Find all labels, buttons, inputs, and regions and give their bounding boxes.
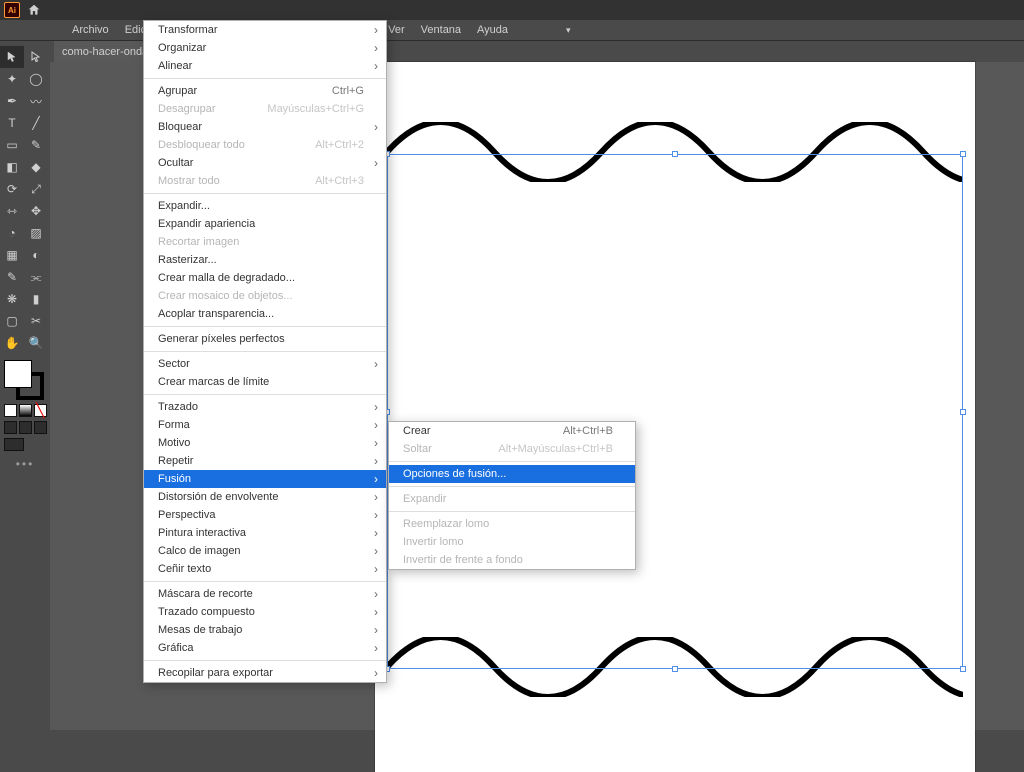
draw-normal-icon[interactable] bbox=[4, 421, 17, 434]
line-tool-icon[interactable]: ╱ bbox=[24, 112, 48, 134]
home-icon[interactable] bbox=[26, 2, 42, 18]
paintbrush-tool-icon[interactable]: ✎ bbox=[24, 134, 48, 156]
width-tool-icon[interactable]: ⇿ bbox=[0, 200, 24, 222]
resize-handle-mid-right[interactable] bbox=[960, 409, 966, 415]
fusion-submenu: CrearAlt+Ctrl+BSoltarAlt+Mayúsculas+Ctrl… bbox=[388, 421, 636, 570]
lasso-tool-icon[interactable]: ◯ bbox=[24, 68, 48, 90]
type-tool-icon[interactable]: T bbox=[0, 112, 24, 134]
menu-item[interactable]: Sector bbox=[144, 355, 386, 373]
layout-switcher[interactable]: ▾ bbox=[530, 19, 587, 42]
resize-handle-top-right[interactable] bbox=[960, 151, 966, 157]
menu-item: Expandir bbox=[389, 490, 635, 508]
shaper-tool-icon[interactable]: ◧ bbox=[0, 156, 24, 178]
magic-wand-tool-icon[interactable]: ✦ bbox=[0, 68, 24, 90]
screen-toggle[interactable] bbox=[4, 438, 50, 451]
menu-item[interactable]: Recopilar para exportar bbox=[144, 664, 386, 682]
blend-tool-icon[interactable]: ⫘ bbox=[24, 266, 48, 288]
menu-item[interactable]: Distorsión de envolvente bbox=[144, 488, 386, 506]
tools-panel: ✦ ◯ ✒ 〰 T ╱ ▭ ✎ ◧ ◆ ⟳ ⤢ ⇿ ✥ ◔ ▨ ▦ ◐ ✎ ⫘ … bbox=[0, 42, 50, 730]
color-mode-none-icon[interactable]: ╲ bbox=[34, 404, 47, 417]
perspective-tool-icon[interactable]: ▨ bbox=[24, 222, 48, 244]
menu-item: DesagruparMayúsculas+Ctrl+G bbox=[144, 100, 386, 118]
color-mode-solid-icon[interactable] bbox=[4, 404, 17, 417]
selection-bounding-box[interactable] bbox=[387, 154, 963, 669]
rectangle-tool-icon[interactable]: ▭ bbox=[0, 134, 24, 156]
menu-item: Invertir lomo bbox=[389, 533, 635, 551]
shape-builder-tool-icon[interactable]: ◔ bbox=[0, 222, 24, 244]
color-mode-gradient-icon[interactable] bbox=[19, 404, 32, 417]
draw-inside-icon[interactable] bbox=[34, 421, 47, 434]
objeto-dropdown-menu: TransformarOrganizarAlinear AgruparCtrl+… bbox=[143, 20, 387, 683]
column-graph-tool-icon[interactable]: ▮ bbox=[24, 288, 48, 310]
menu-item[interactable]: Expandir... bbox=[144, 197, 386, 215]
menu-item[interactable]: Expandir apariencia bbox=[144, 215, 386, 233]
menu-item: Recortar imagen bbox=[144, 233, 386, 251]
illustrator-logo-icon: Ai bbox=[4, 2, 20, 18]
artboard-tool-icon[interactable]: ▢ bbox=[0, 310, 24, 332]
eyedropper-tool-icon[interactable]: ✎ bbox=[0, 266, 24, 288]
menu-item[interactable]: Fusión bbox=[144, 470, 386, 488]
menu-item[interactable]: Perspectiva bbox=[144, 506, 386, 524]
resize-handle-bottom-right[interactable] bbox=[960, 666, 966, 672]
menu-item[interactable]: Crear marcas de límite bbox=[144, 373, 386, 391]
menu-ventana[interactable]: Ventana bbox=[413, 21, 469, 39]
menu-item[interactable]: Crear malla de degradado... bbox=[144, 269, 386, 287]
free-transform-tool-icon[interactable]: ✥ bbox=[24, 200, 48, 222]
zoom-tool-icon[interactable]: 🔍 bbox=[24, 332, 48, 354]
fill-swatch[interactable] bbox=[4, 360, 32, 388]
curvature-tool-icon[interactable]: 〰 bbox=[24, 90, 48, 112]
menu-item[interactable]: Ceñir texto bbox=[144, 560, 386, 578]
menu-item[interactable]: Máscara de recorte bbox=[144, 585, 386, 603]
menu-item[interactable]: Repetir bbox=[144, 452, 386, 470]
slice-tool-icon[interactable]: ✂ bbox=[24, 310, 48, 332]
menu-item[interactable]: Ocultar bbox=[144, 154, 386, 172]
screen-mode-icon[interactable] bbox=[4, 438, 24, 451]
menu-item: Mostrar todoAlt+Ctrl+3 bbox=[144, 172, 386, 190]
menu-item[interactable]: Opciones de fusión... bbox=[389, 465, 635, 483]
artboard[interactable] bbox=[375, 62, 975, 772]
resize-handle-bottom-mid[interactable] bbox=[672, 666, 678, 672]
menu-item[interactable]: CrearAlt+Ctrl+B bbox=[389, 422, 635, 440]
mesh-tool-icon[interactable]: ▦ bbox=[0, 244, 24, 266]
menu-item[interactable]: Calco de imagen bbox=[144, 542, 386, 560]
menu-item[interactable]: Alinear bbox=[144, 57, 386, 75]
pen-tool-icon[interactable]: ✒ bbox=[0, 90, 24, 112]
menu-item[interactable]: Transformar bbox=[144, 21, 386, 39]
menu-item[interactable]: Organizar bbox=[144, 39, 386, 57]
menu-item[interactable]: Bloquear bbox=[144, 118, 386, 136]
eraser-tool-icon[interactable]: ◆ bbox=[24, 156, 48, 178]
app-topbar: Ai bbox=[0, 0, 1024, 20]
menu-item: SoltarAlt+Mayúsculas+Ctrl+B bbox=[389, 440, 635, 458]
selection-tool-icon[interactable] bbox=[0, 46, 24, 68]
menu-item[interactable]: Pintura interactiva bbox=[144, 524, 386, 542]
draw-behind-icon[interactable] bbox=[19, 421, 32, 434]
menu-ayuda[interactable]: Ayuda bbox=[469, 21, 516, 39]
menu-item[interactable]: Motivo bbox=[144, 434, 386, 452]
menu-item[interactable]: Acoplar transparencia... bbox=[144, 305, 386, 323]
hand-tool-icon[interactable]: ✋ bbox=[0, 332, 24, 354]
menu-item[interactable]: Trazado bbox=[144, 398, 386, 416]
menu-archivo[interactable]: Archivo bbox=[64, 21, 117, 39]
color-mode-buttons[interactable]: ╲ bbox=[4, 404, 50, 417]
rotate-tool-icon[interactable]: ⟳ bbox=[0, 178, 24, 200]
menu-item[interactable]: Generar píxeles perfectos bbox=[144, 330, 386, 348]
menu-item[interactable]: Mesas de trabajo bbox=[144, 621, 386, 639]
menu-item[interactable]: Forma bbox=[144, 416, 386, 434]
fill-stroke-swatch[interactable] bbox=[4, 360, 44, 400]
menu-item[interactable]: Gráfica bbox=[144, 639, 386, 657]
menu-item: Desbloquear todoAlt+Ctrl+2 bbox=[144, 136, 386, 154]
scale-tool-icon[interactable]: ⤢ bbox=[24, 178, 48, 200]
menu-item: Invertir de frente a fondo bbox=[389, 551, 635, 569]
edit-toolbar-button[interactable]: ••• bbox=[0, 457, 50, 471]
menu-item: Reemplazar lomo bbox=[389, 515, 635, 533]
direct-selection-tool-icon[interactable] bbox=[24, 46, 48, 68]
menu-item[interactable]: AgruparCtrl+G bbox=[144, 82, 386, 100]
menu-item[interactable]: Trazado compuesto bbox=[144, 603, 386, 621]
menu-item: Crear mosaico de objetos... bbox=[144, 287, 386, 305]
screen-mode-buttons[interactable] bbox=[4, 421, 50, 434]
menu-item[interactable]: Rasterizar... bbox=[144, 251, 386, 269]
gradient-tool-icon[interactable]: ◐ bbox=[24, 244, 48, 266]
symbol-sprayer-tool-icon[interactable]: ❋ bbox=[0, 288, 24, 310]
resize-handle-top-mid[interactable] bbox=[672, 151, 678, 157]
